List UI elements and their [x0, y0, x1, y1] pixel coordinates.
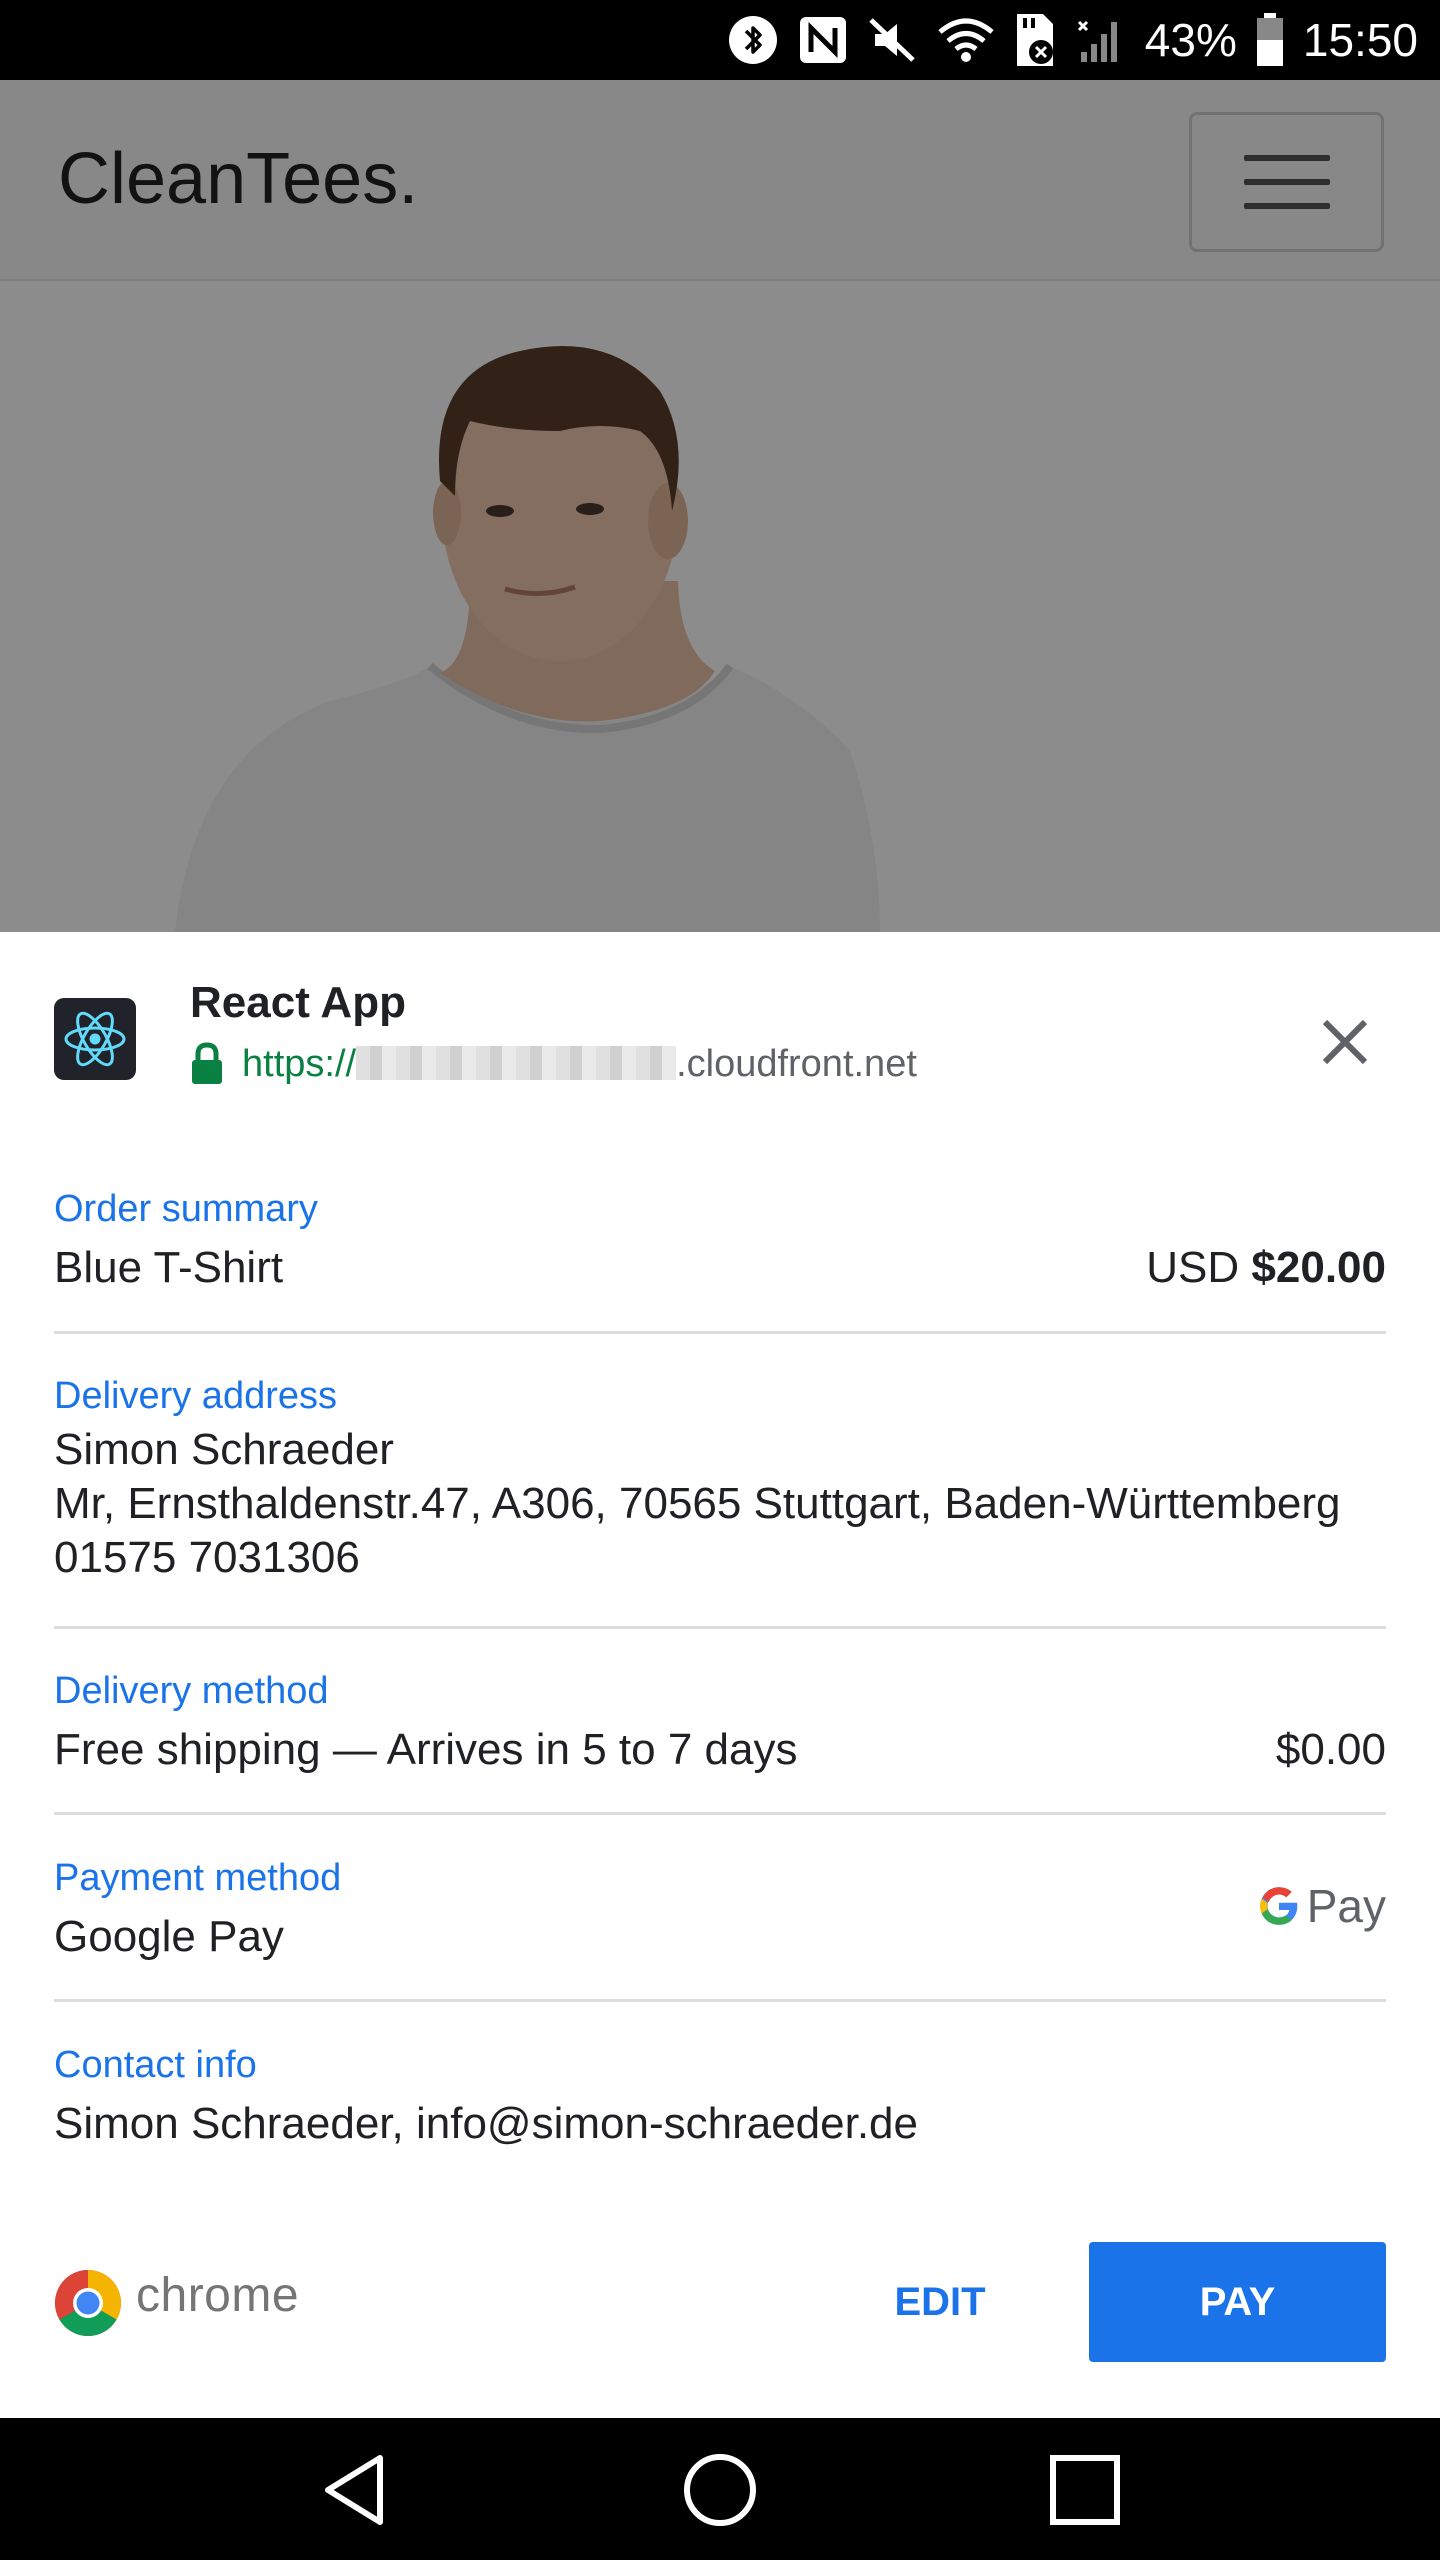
battery-icon [1255, 12, 1285, 68]
payment-request-sheet: React App https:// .cloudfront.net Order … [0, 932, 1440, 2418]
divider [54, 1999, 1386, 2002]
chrome-brand-text: chrome [136, 2269, 300, 2322]
contact-info-section[interactable]: Contact info Simon Schraeder, info@simon… [54, 2046, 1386, 2156]
sd-card-error-icon [1013, 12, 1057, 68]
contact-info-title: Contact info [54, 2044, 257, 2086]
delivery-address-title: Delivery address [54, 1375, 337, 1417]
status-bar: 43% 15:50 [0, 0, 1440, 80]
url-text: https:// .cloudfront.net [242, 1043, 917, 1086]
google-g-icon [1259, 1887, 1298, 1925]
react-logo-icon [54, 998, 136, 1080]
back-icon[interactable] [318, 2452, 394, 2528]
divider [54, 1812, 1386, 1815]
order-total: USD $20.00 [1146, 1246, 1386, 1290]
close-icon[interactable] [1305, 1002, 1385, 1082]
address-name: Simon Schraeder [54, 1425, 394, 1474]
contact-info-value: Simon Schraeder, info@simon-schraeder.de [54, 2099, 918, 2148]
recents-icon[interactable] [1047, 2452, 1123, 2528]
web-page: CleanTees. [0, 80, 1440, 932]
lock-icon [190, 1042, 224, 1086]
order-currency: USD [1146, 1243, 1240, 1292]
delivery-option: Free shipping — Arrives in 5 to 7 days [54, 1725, 798, 1774]
origin-url: https:// .cloudfront.net [190, 1042, 917, 1086]
google-pay-logo-text: Pay [1306, 1880, 1386, 1932]
divider [54, 1331, 1386, 1334]
app-name: React App [190, 978, 406, 1027]
edit-button[interactable]: EDIT [860, 2242, 1020, 2362]
home-icon[interactable] [682, 2452, 758, 2528]
delivery-price: $0.00 [1275, 1725, 1386, 1774]
chrome-logo-icon [54, 2269, 122, 2337]
bluetooth-icon [727, 14, 779, 66]
payment-method-value: Google Pay [54, 1912, 284, 1961]
order-amount: $20.00 [1251, 1243, 1386, 1292]
mute-icon [867, 14, 919, 66]
order-summary-title: Order summary [54, 1188, 318, 1230]
order-item: Blue T-Shirt [54, 1243, 284, 1292]
divider [54, 1626, 1386, 1629]
url-scheme: https:// [242, 1042, 357, 1085]
signal-icon [1075, 14, 1127, 66]
nfc-icon [797, 14, 849, 66]
payment-method-title: Payment method [54, 1857, 342, 1899]
pay-button[interactable]: PAY [1089, 2242, 1386, 2362]
payment-method-section[interactable]: Payment method Google Pay Pay [54, 1859, 1386, 1969]
address-phone: 01575 7031306 [54, 1533, 360, 1582]
delivery-address-section[interactable]: Delivery address Simon Schraeder Mr, Ern… [54, 1375, 1386, 1582]
order-summary-section[interactable]: Order summary Blue T-Shirt USD $20.00 [54, 1190, 1386, 1300]
status-time: 15:50 [1302, 14, 1418, 66]
google-pay-logo: Pay [1257, 1879, 1386, 1933]
delivery-method-section[interactable]: Delivery method Free shipping — Arrives … [54, 1672, 1386, 1782]
modal-scrim[interactable] [0, 80, 1440, 932]
screen: 43% 15:50 CleanTees. React App https:// … [0, 0, 1440, 2560]
delivery-method-title: Delivery method [54, 1670, 329, 1712]
url-host: .cloudfront.net [676, 1042, 917, 1085]
system-nav-bar [0, 2418, 1440, 2560]
address-street: Mr, Ernsthaldenstr.47, A306, 70565 Stutt… [54, 1479, 1341, 1528]
sheet-header: React App https:// .cloudfront.net [0, 932, 1440, 1132]
battery-percent: 43% [1144, 14, 1237, 66]
redacted-subdomain [356, 1045, 677, 1080]
delivery-address-lines: Simon Schraeder Mr, Ernsthaldenstr.47, A… [54, 1423, 1341, 1585]
wifi-icon [937, 14, 995, 66]
